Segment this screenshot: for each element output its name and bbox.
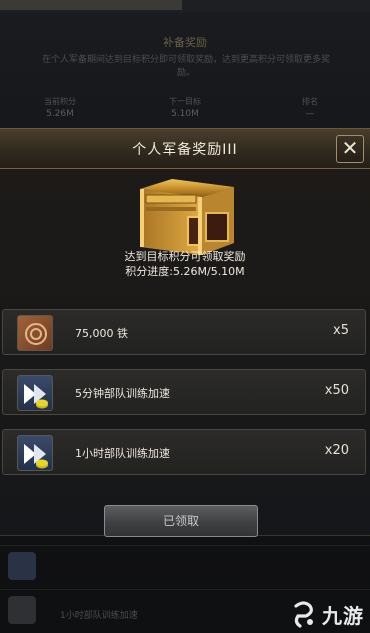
speedup-icon <box>17 435 53 471</box>
reward-name: 1小时部队训练加速 <box>75 447 170 460</box>
top-progress-bar <box>0 0 182 10</box>
reward-quantity: x20 <box>324 443 349 458</box>
reward-dialog: 个人军备奖励III ✕ 达到目标积分可领取奖励 积分进度:5.26M/5.10M <box>0 128 370 537</box>
claim-button[interactable]: 已领取 <box>104 505 258 537</box>
watermark-text: 九游 <box>322 603 364 628</box>
background-stats: 当前积分 5.26M 下一目标 5.10M 排名 — <box>10 96 360 126</box>
reward-name: 5分钟部队训练加速 <box>75 387 170 400</box>
treasure-chest-icon <box>140 179 234 255</box>
item-label: 1小时部队训练加速 <box>60 611 138 621</box>
speedup-icon <box>8 596 36 624</box>
reward-item: 1小时部队训练加速 x20 <box>2 429 366 475</box>
top-bar <box>0 0 370 12</box>
jiuyou-logo-icon <box>294 601 313 628</box>
stat-value: 5.26M <box>46 109 74 119</box>
reward-quantity: x5 <box>333 323 349 338</box>
stat-label: 当前积分 <box>44 97 76 106</box>
stat-value: 5.10M <box>171 109 199 119</box>
reward-item: 75,000 铁 x5 <box>2 309 366 355</box>
speedup-icon <box>17 375 53 411</box>
dialog-header: 个人军备奖励III ✕ <box>0 129 370 169</box>
stat-label: 排名 <box>302 97 318 106</box>
reward-quantity: x50 <box>324 383 349 398</box>
close-button[interactable]: ✕ <box>336 135 364 163</box>
iron-resource-icon <box>17 315 53 351</box>
stat-column: 排名 — <box>260 96 360 126</box>
reward-list[interactable]: 75,000 铁 x5 5分钟部队训练加速 x50 1小时部队训练加速 x20 <box>0 309 370 489</box>
watermark: 九游 <box>288 597 364 631</box>
score-progress: 积分进度:5.26M/5.10M <box>125 265 245 278</box>
stat-value: — <box>305 109 315 119</box>
stat-column: 当前积分 5.26M <box>10 96 110 126</box>
stat-column: 下一目标 5.10M <box>135 96 235 126</box>
reward-item: 5分钟部队训练加速 x50 <box>2 369 366 415</box>
reward-requirement: 达到目标积分可领取奖励 <box>124 250 246 263</box>
background-description: 在个人军备期间达到目标积分即可领取奖励，达到更高积分可领取更多奖励。 <box>41 55 330 78</box>
item-icon <box>8 552 36 580</box>
background-title: 补备奖励 <box>163 36 207 49</box>
reward-info: 达到目标积分可领取奖励 积分进度:5.26M/5.10M <box>0 249 370 279</box>
background-list-item <box>0 545 370 585</box>
reward-name: 75,000 铁 <box>75 327 128 340</box>
dialog-title: 个人军备奖励III <box>132 142 238 158</box>
stat-label: 下一目标 <box>169 97 201 106</box>
